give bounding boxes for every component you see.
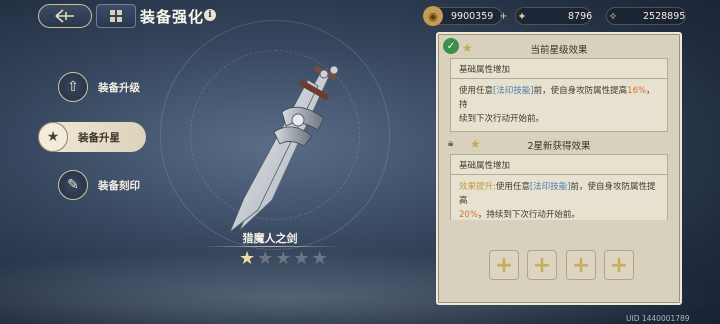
nav-item-upgrade-label: 装备升级 xyxy=(98,81,140,94)
user-id: UID 1440001789 xyxy=(626,314,690,323)
current-effect-title: 当前星级效果 xyxy=(530,45,588,56)
next-effect-box-head: 基础属性增加 xyxy=(451,155,667,175)
currency-gold-value: 9900359 xyxy=(451,10,494,22)
weapon-name-divider xyxy=(200,246,340,247)
current-effect-box-head: 基础属性增加 xyxy=(451,59,667,79)
percent-value: 16% xyxy=(627,86,647,96)
page-title: 装备强化 xyxy=(140,8,205,26)
currency-star-crystal: ✧ 2528895 xyxy=(606,7,686,25)
currency-star-shard-value: 8796 xyxy=(568,10,593,22)
star-empty-icon: ★ xyxy=(275,248,292,269)
back-arrow-icon xyxy=(55,9,74,23)
info-icon[interactable]: i xyxy=(204,9,216,21)
seal-skill-tag: [法印技能] xyxy=(529,182,571,192)
star-empty-icon: ★ xyxy=(257,248,274,269)
star-shard-icon: ✦ xyxy=(517,9,527,23)
plus-icon: + xyxy=(609,252,629,278)
current-effect-description: 使用任意[法印技能]前，使自身攻防属性提高16%，持 续到下次行动开始前。 xyxy=(451,79,667,131)
nav-item-star-up-label: 装备升星 xyxy=(78,131,120,144)
back-button[interactable] xyxy=(38,4,92,28)
star-empty-icon: ★ xyxy=(293,248,310,269)
gold-coin-icon: ◉ xyxy=(423,6,443,26)
material-slot[interactable]: + xyxy=(604,250,634,280)
add-gold-button[interactable]: + xyxy=(499,11,507,22)
current-effect-box: 基础属性增加 使用任意[法印技能]前，使自身攻防属性提高16%，持 续到下次行动… xyxy=(450,58,668,132)
lock-icon: 🔒︎ xyxy=(448,138,454,149)
effects-scroll-area[interactable]: ★ 当前星级效果 基础属性增加 使用任意[法印技能]前，使自身攻防属性提高16%… xyxy=(446,40,672,220)
weapon-image xyxy=(229,65,339,234)
current-effect-header: ★ 当前星级效果 xyxy=(446,40,672,58)
star-filled-icon: ★ xyxy=(239,248,256,269)
engrave-icon: ✎ xyxy=(58,170,88,200)
next-effect-title: 2星新获得效果 xyxy=(527,141,591,152)
material-slot[interactable]: + xyxy=(566,250,596,280)
desc-text: 前，使自身攻防属性提高 xyxy=(533,86,628,96)
next-effect-header: 🔒︎ ★ 2星新获得效果 xyxy=(446,136,672,154)
material-slot[interactable]: + xyxy=(527,250,557,280)
next-effect-box: 基础属性增加 效果提升:使用任意[法印技能]前，使自身攻防属性提高 20%，持续… xyxy=(450,154,668,220)
nav-item-star-up[interactable]: ★ 装备升星 xyxy=(38,122,146,152)
percent-value: 20% xyxy=(459,210,478,220)
weapon-star-rating: ★ ★ ★ ★ ★ xyxy=(239,249,328,269)
material-slot[interactable]: + xyxy=(489,250,519,280)
plus-icon: + xyxy=(494,252,514,278)
currency-star-shard: ✦ 8796 xyxy=(515,7,593,25)
desc-text: ，持续到下次行动开始前。 xyxy=(477,210,580,220)
currency-star-crystal-value: 2528895 xyxy=(643,10,686,22)
plus-icon: + xyxy=(532,252,552,278)
nav-item-upgrade[interactable]: ⇧ 装备升级 xyxy=(58,72,140,102)
upgrade-icon: ⇧ xyxy=(58,72,88,102)
next-effect-description: 效果提升:使用任意[法印技能]前，使自身攻防属性提高 20%，持续到下次行动开始… xyxy=(451,175,667,220)
star-up-icon: ★ xyxy=(38,122,68,152)
nav-item-engrave-label: 装备刻印 xyxy=(98,179,140,192)
desc-text: 使用任意 xyxy=(495,182,530,192)
effect-boost-label: 效果提升: xyxy=(459,182,496,192)
desc-text: 使用任意 xyxy=(459,86,494,96)
nav-item-engrave[interactable]: ✎ 装备刻印 xyxy=(58,170,140,200)
plus-icon: + xyxy=(571,252,591,278)
menu-button[interactable] xyxy=(96,4,136,28)
currency-gold: ◉ 9900359 + xyxy=(423,6,507,26)
star-empty-icon: ★ xyxy=(311,248,328,269)
small-star-icon: ★ xyxy=(470,137,481,151)
star-crystal-icon: ✧ xyxy=(608,9,618,23)
weapon-name: 猎魔人之剑 xyxy=(242,232,298,245)
seal-skill-tag: [法印技能] xyxy=(493,86,534,96)
grid-menu-icon xyxy=(110,10,122,22)
desc-text: 续到下次行动开始前。 xyxy=(459,114,545,124)
small-star-icon: ★ xyxy=(462,41,473,55)
